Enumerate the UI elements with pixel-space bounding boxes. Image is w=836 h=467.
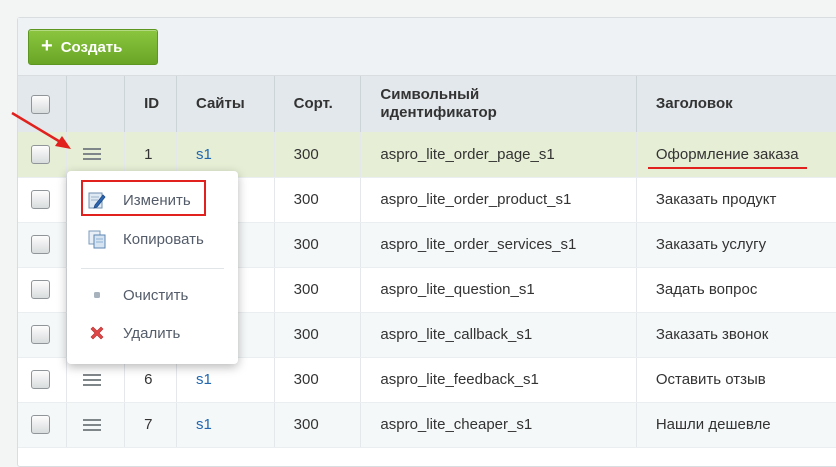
annotation-arrow	[11, 111, 71, 149]
